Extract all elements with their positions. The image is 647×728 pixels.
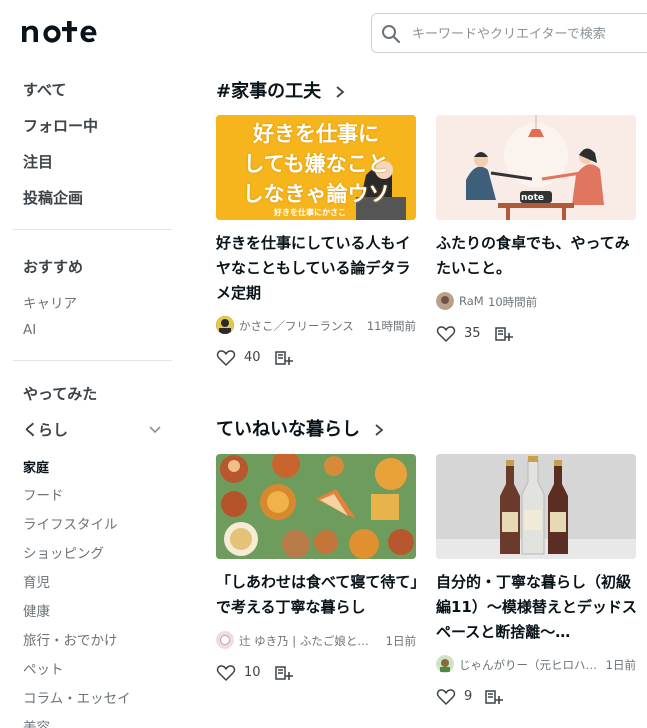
sidebar-item-career[interactable]: キャリア — [23, 292, 77, 312]
article-thumbnail[interactable]: note — [436, 115, 636, 220]
like-count: 35 — [464, 326, 481, 341]
sidebar-item-all[interactable]: すべて — [23, 79, 66, 100]
thumbnail-subtext: 好きを仕事にかさこ — [274, 208, 346, 217]
section-title-label: ていねいな暮らし — [216, 419, 360, 440]
heart-icon[interactable] — [436, 325, 456, 343]
article-meta: かさこ／フリーランス 11時間前 — [216, 315, 416, 335]
sidebar-divider — [13, 229, 172, 230]
avatar[interactable] — [216, 631, 234, 649]
sidebar-item-featured[interactable]: 注目 — [23, 151, 53, 172]
like-count: 9 — [464, 689, 473, 704]
sidebar-item-family[interactable]: 家庭 — [23, 457, 49, 476]
avatar[interactable] — [216, 316, 234, 334]
author-name[interactable]: RaM — [459, 294, 484, 308]
section-title-careful-living[interactable]: ていねいな暮らし — [216, 415, 384, 441]
avatar[interactable] — [436, 292, 454, 310]
sidebar-item-beauty[interactable]: 美容 — [23, 716, 50, 728]
post-time: 1日前 — [385, 634, 416, 648]
add-to-magazine-icon[interactable] — [484, 688, 504, 706]
article-card[interactable]: note ふたりの食卓でも、やってみたいこと。 RaM 10時間前 35 — [436, 115, 636, 355]
sidebar-item-pets[interactable]: ペット — [23, 658, 64, 678]
sidebar-divider — [13, 360, 172, 361]
article-card[interactable]: 好きを仕事に しても嫌なこと しなきゃ論ウソ 好きを仕事にかさこ 好きを仕事にし… — [216, 115, 416, 375]
author-name[interactable]: じゃんがりー（元ヒロハ… — [459, 657, 599, 673]
thumbnail-text: しなきゃ論ウソ — [242, 182, 390, 206]
sidebar-item-childcare[interactable]: 育児 — [23, 571, 50, 591]
sidebar-section-recommend: おすすめ — [23, 258, 84, 276]
like-count: 40 — [244, 350, 261, 365]
post-time: 10時間前 — [488, 295, 538, 309]
article-title[interactable]: ふたりの食卓でも、やってみたいこと。 — [436, 231, 639, 281]
heart-icon[interactable] — [216, 349, 236, 367]
author-name[interactable]: 辻 ゆき乃 | ふたご娘との暮らし — [239, 633, 379, 649]
sidebar-item-tried[interactable]: やってみた — [23, 383, 97, 404]
add-to-magazine-icon[interactable] — [274, 664, 294, 682]
article-meta: 辻 ゆき乃 | ふたご娘との暮らし 1日前 — [216, 630, 416, 650]
chevron-right-icon — [336, 86, 345, 98]
author-name[interactable]: かさこ／フリーランス — [239, 318, 359, 334]
article-meta: RaM 10時間前 — [436, 291, 636, 311]
post-time: 1日前 — [605, 658, 636, 672]
sidebar-item-following[interactable]: フォロー中 — [23, 115, 98, 136]
article-card[interactable]: 自分的・丁寧な暮らし（初級編11）～模様替えとデッドスペースと断捨離～… じゃん… — [436, 454, 639, 714]
heart-icon[interactable] — [216, 664, 236, 682]
avatar[interactable] — [436, 655, 454, 673]
note-logo[interactable] — [20, 18, 120, 48]
article-card[interactable]: 「しあわせは食べて寝て待て」で考える丁寧な暮らし 辻 ゆき乃 | ふたご娘との暮… — [216, 454, 419, 694]
article-meta: じゃんがりー（元ヒロハ… 1日前 — [436, 654, 636, 674]
thumbnail-text: 好きを仕事に — [253, 122, 379, 146]
article-thumbnail[interactable] — [216, 454, 416, 559]
search-input[interactable] — [412, 23, 647, 45]
article-title[interactable]: 「しあわせは食べて寝て待て」で考える丁寧な暮らし — [216, 570, 419, 620]
sidebar-item-contests[interactable]: 投稿企画 — [23, 187, 83, 208]
article-title[interactable]: 好きを仕事にしている人もイヤなこともしている論デタラメ定期 — [216, 231, 419, 306]
section-title-label: #家事の工夫 — [216, 81, 322, 102]
chevron-right-icon — [375, 424, 384, 436]
chevron-down-icon[interactable] — [148, 422, 162, 436]
section-title-housework[interactable]: #家事の工夫 — [216, 77, 345, 103]
sidebar-item-lifestyle[interactable]: ライフスタイル — [23, 513, 118, 533]
sidebar-item-living[interactable]: くらし — [23, 419, 68, 440]
sidebar-item-ai[interactable]: AI — [23, 322, 36, 338]
sidebar-item-shopping[interactable]: ショッピング — [23, 542, 104, 562]
thumbnail-text: note — [521, 193, 544, 203]
heart-icon[interactable] — [436, 688, 456, 706]
sidebar-item-health[interactable]: 健康 — [23, 600, 50, 620]
search-box[interactable] — [371, 13, 647, 53]
sidebar-item-travel[interactable]: 旅行・おでかけ — [23, 629, 118, 649]
add-to-magazine-icon[interactable] — [494, 325, 514, 343]
add-to-magazine-icon[interactable] — [274, 349, 294, 367]
article-thumbnail[interactable] — [436, 454, 636, 559]
sidebar-item-column[interactable]: コラム・エッセイ — [23, 687, 131, 707]
post-time: 11時間前 — [366, 319, 416, 333]
like-count: 10 — [244, 665, 261, 680]
sidebar-item-food[interactable]: フード — [23, 484, 64, 504]
thumbnail-text: しても嫌なこと — [243, 152, 389, 176]
search-icon — [382, 25, 401, 44]
article-title[interactable]: 自分的・丁寧な暮らし（初級編11）～模様替えとデッドスペースと断捨離～… — [436, 570, 639, 645]
article-thumbnail[interactable]: 好きを仕事に しても嫌なこと しなきゃ論ウソ 好きを仕事にかさこ — [216, 115, 416, 220]
